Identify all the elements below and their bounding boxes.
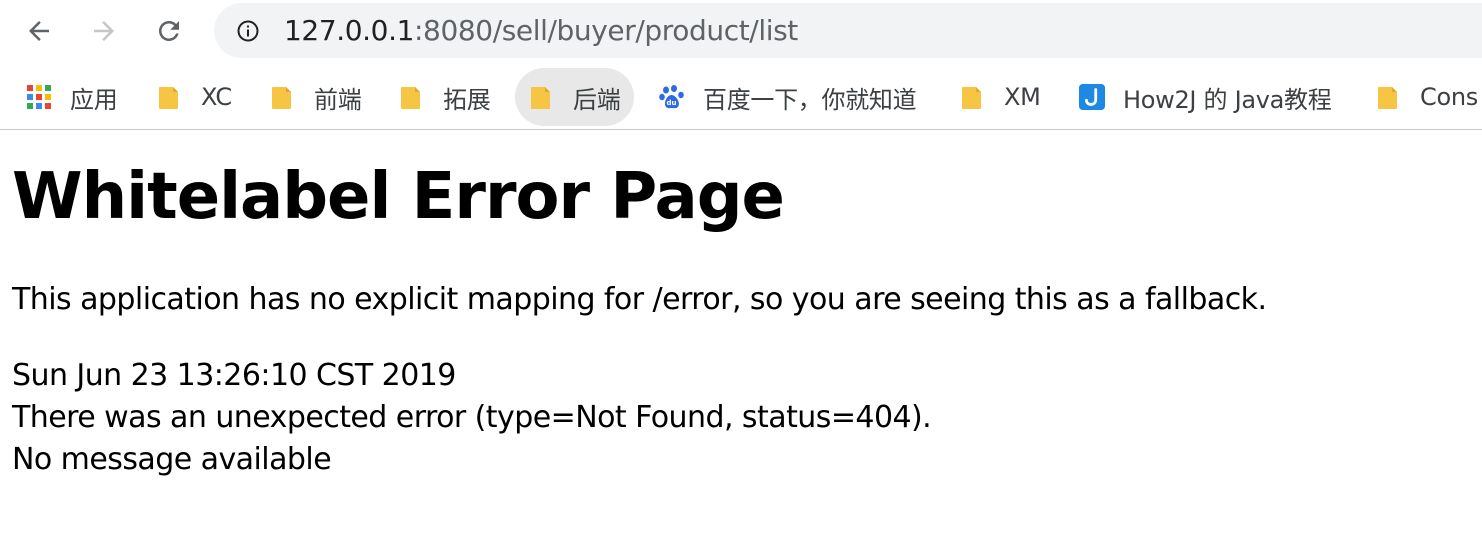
browser-toolbar: 127.0.0.1:8080/sell/buyer/product/list — [0, 0, 1482, 62]
bookmark-label: XM — [1004, 83, 1041, 111]
how2j-logo-icon — [1079, 84, 1105, 110]
forward-arrow-icon — [89, 16, 119, 46]
back-arrow-icon — [24, 16, 54, 46]
bookmark-label: 应用 — [70, 85, 118, 114]
url-path: :8080/sell/buyer/product/list — [414, 14, 798, 47]
folder-icon — [270, 84, 296, 110]
folder-icon — [157, 84, 183, 110]
address-bar[interactable]: 127.0.0.1:8080/sell/buyer/product/list — [214, 3, 1482, 58]
bookmark-label: 前端 — [314, 85, 362, 114]
bookmark-folder-xm[interactable]: XM — [946, 68, 1055, 126]
reload-icon — [154, 16, 184, 46]
page-title: Whitelabel Error Page — [12, 160, 785, 234]
error-explanation: This application has no explicit mapping… — [12, 282, 1267, 317]
folder-icon — [960, 84, 986, 110]
url-host: 127.0.0.1 — [284, 14, 414, 47]
bookmark-folder-backend[interactable]: 后端 — [515, 68, 635, 126]
forward-button[interactable] — [85, 12, 123, 50]
folder-icon — [529, 84, 555, 110]
bookmark-baidu[interactable]: du 百度一下，你就知道 — [645, 68, 930, 126]
baidu-paw-icon: du — [659, 84, 685, 110]
svg-text:du: du — [667, 99, 677, 107]
bookmark-how2j[interactable]: How2J 的 Java教程 — [1065, 68, 1345, 126]
back-button[interactable] — [20, 12, 58, 50]
error-detail: No message available — [12, 442, 332, 477]
error-status-line: There was an unexpected error (type=Not … — [12, 400, 932, 435]
bookmark-folder-frontend[interactable]: 前端 — [256, 68, 375, 126]
apps-grid-icon — [26, 84, 52, 110]
bookmark-label: 拓展 — [443, 85, 491, 114]
bookmark-label: 后端 — [573, 85, 621, 114]
bookmarks-bar: 应用 XC 前端 拓展 后端 du 百度一下，你就知道 XM How2J 的 J… — [0, 64, 1482, 130]
reload-button[interactable] — [150, 12, 188, 50]
url-text[interactable]: 127.0.0.1:8080/sell/buyer/product/list — [284, 16, 798, 46]
bookmark-apps[interactable]: 应用 — [12, 68, 131, 126]
bookmark-label: 百度一下，你就知道 — [703, 85, 917, 114]
folder-icon — [1376, 84, 1402, 110]
error-timestamp: Sun Jun 23 13:26:10 CST 2019 — [12, 358, 456, 393]
info-icon[interactable] — [236, 19, 260, 43]
folder-icon — [399, 84, 425, 110]
bookmark-folder-xc[interactable]: XC — [143, 68, 246, 126]
bookmark-label: XC — [201, 83, 232, 111]
bookmark-label: How2J 的 Java教程 — [1123, 85, 1332, 114]
bookmark-label: Cons — [1420, 83, 1478, 111]
bookmark-folder-cons[interactable]: Cons — [1362, 68, 1482, 126]
bookmark-folder-extension[interactable]: 拓展 — [385, 68, 504, 126]
